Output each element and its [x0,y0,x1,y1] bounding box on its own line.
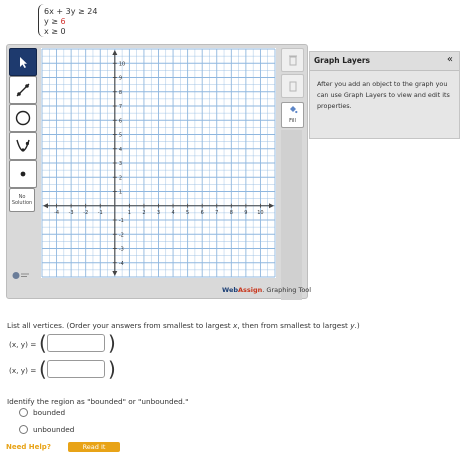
y-tick-label: 7 [119,104,122,110]
brand-assign: Assign [238,286,263,294]
brand-suffix: . Graphing Tool [262,286,312,294]
webassign-branding: WebAssign. Graphing Tool [222,286,311,294]
graph-layers-header: Graph Layers « [310,52,459,71]
y-tick-label: 8 [119,90,122,96]
inequality-2: y ≥ 6 [44,17,66,27]
paint-bucket-icon [289,106,297,114]
unbounded-label[interactable]: unbounded [33,425,74,434]
inequality-3-lhs: x ≥ [44,27,61,36]
vertex-2-input[interactable] [47,360,105,378]
x-tick-label: -4 [54,210,59,216]
x-tick-label: -3 [69,210,74,216]
vertex-2-close-paren: ) [108,357,116,381]
read-it-button[interactable]: Read It [68,442,120,452]
vertex-1-close-paren: ) [108,331,116,355]
y-tick-label: 1 [119,190,122,196]
x-tick-label: -2 [83,210,88,216]
graph-layers-description: After you add an object to the graph you… [317,80,450,110]
y-tick-label: 4 [119,147,122,153]
no-solution-label-2: Solution [11,200,33,206]
unbounded-radio[interactable] [19,425,28,434]
y-tick-label: -1 [119,218,124,224]
x-axis-arrow-left [43,203,48,209]
graph-layers-title: Graph Layers [314,56,370,65]
y-tick-label: -3 [119,247,124,253]
inequality-3-rhs: 0 [60,27,66,36]
vertex-1-label: (x, y) = [9,340,37,349]
y-tick-label: 5 [119,133,122,139]
clear-button[interactable] [281,74,304,98]
region-prompt: Identify the region as "bounded" or "unb… [7,397,189,406]
inequality-3: x ≥ 0 [44,27,66,37]
x-tick-label: 2 [142,210,145,216]
delete-button[interactable] [281,48,304,72]
vertex-1-input[interactable] [47,334,105,352]
circle-icon [15,110,31,126]
brand-web: Web [222,286,238,294]
vertices-prompt-part-c: .) [354,321,360,330]
x-tick-label: -1 [98,210,103,216]
y-axis-arrow-down [112,271,118,276]
inequality-2-lhs: y ≥ [44,17,61,26]
parabola-icon [16,139,30,152]
vertices-prompt-part-a: List all vertices. (Order your answers f… [7,321,233,330]
x-tick-label: 7 [215,210,218,216]
x-axis-arrow-right [269,203,274,209]
x-tick-label: 4 [171,210,174,216]
point-icon [20,171,26,177]
vertices-prompt-part-b: , then from smallest to largest [237,321,351,330]
bounded-label[interactable]: bounded [33,408,65,417]
line-tool-button[interactable] [9,76,37,104]
circle-tool-button[interactable] [9,104,37,132]
vertex-1-open-paren: ( [39,331,47,355]
y-tick-label: 10 [119,61,125,67]
y-tick-label: -4 [119,261,124,267]
x-tick-label: 9 [244,210,247,216]
vertex-2-label: (x, y) = [9,366,37,375]
webassign-help-icon[interactable] [12,271,30,280]
vertex-2-open-paren: ( [39,357,47,381]
point-tool-button[interactable] [9,160,37,188]
coordinate-grid[interactable]: -4 -3 -2 -1 1 2 3 4 5 6 7 8 9 10 10 9 8 7 6 5 4 3 2 1 -1 -2 -3 -4 [41,48,276,278]
fill-label: Fill [289,118,296,124]
y-tick-label: 9 [119,76,122,82]
inequality-2-rhs: 6 [60,17,66,26]
pointer-tool-button[interactable] [9,48,37,76]
bounded-radio[interactable] [19,408,28,417]
inequality-1-lhs: 6x + 3y ≥ [44,7,88,16]
collapse-icon[interactable]: « [447,54,453,65]
graph-layers-panel: Graph Layers « After you add an object t… [309,51,460,139]
graph-canvas[interactable]: -4 -3 -2 -1 1 2 3 4 5 6 7 8 9 10 10 9 8 7 6 5 4 3 2 1 -1 -2 -3 -4 [41,48,276,278]
fill-button[interactable]: Fill [281,102,304,128]
vertices-prompt: List all vertices. (Order your answers f… [7,321,360,330]
side-column-filler [281,130,302,300]
x-tick-label: 8 [230,210,233,216]
no-solution-button[interactable]: No Solution [9,188,35,212]
y-axis-arrow-up [112,50,118,55]
x-tick-label: 1 [128,210,131,216]
x-tick-label: 10 [257,210,263,216]
inequality-1: 6x + 3y ≥ 24 [44,7,97,17]
x-tick-label: 5 [186,210,189,216]
y-tick-label: 6 [119,118,122,124]
parabola-tool-button[interactable] [9,132,37,160]
trash-icon [288,55,297,66]
y-tick-label: 2 [119,175,122,181]
inequality-1-rhs: 24 [87,7,98,16]
clear-icon [289,81,296,92]
x-tick-label: 6 [201,210,204,216]
line-icon [16,83,30,97]
y-tick-label: 3 [119,161,122,167]
y-tick-label: -2 [119,232,124,238]
x-tick-label: 3 [157,210,160,216]
pointer-icon [20,57,27,68]
